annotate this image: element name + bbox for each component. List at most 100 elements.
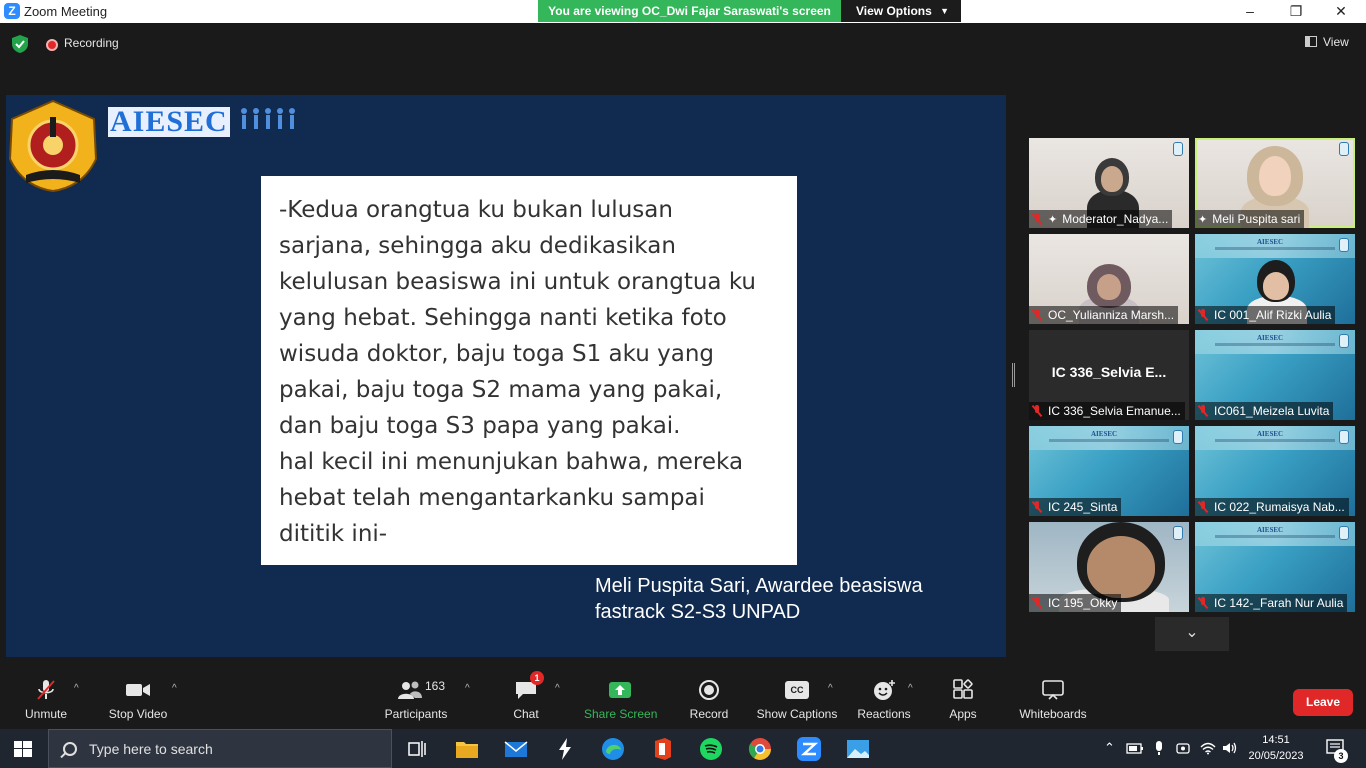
- quote-card: -Kedua orangtua ku bukan lulusan sarjana…: [261, 176, 797, 565]
- tile-name-bar: ✦ Meli Puspita sari: [1195, 210, 1305, 228]
- quote-line: sarjana, sehingga aku dedikasikan: [279, 233, 676, 259]
- participant-name: IC 195_Okky: [1048, 596, 1118, 610]
- show-captions-button[interactable]: CC Show Captions: [756, 679, 838, 721]
- video-tile[interactable]: AIESEC IC 245_Sinta: [1029, 426, 1189, 516]
- mic-muted-icon: [1032, 597, 1042, 609]
- file-explorer-icon[interactable]: [454, 736, 480, 762]
- smiley-plus-icon: [874, 680, 895, 700]
- chat-button[interactable]: 1 Chat: [506, 671, 546, 721]
- show-captions-label: Show Captions: [756, 707, 838, 721]
- mic-muted-icon: [1198, 405, 1208, 417]
- recording-dot-icon: [46, 39, 58, 51]
- participant-name: IC 142-_Farah Nur Aulia: [1214, 596, 1344, 610]
- gallery-next-page-button[interactable]: ⌄: [1155, 617, 1229, 651]
- clock-time: 14:51: [1262, 734, 1290, 746]
- record-icon: [699, 680, 719, 700]
- office-icon[interactable]: [649, 736, 675, 762]
- share-screen-button[interactable]: Share Screen: [584, 679, 658, 721]
- tile-name-bar: IC061_Meizela Luvita: [1195, 402, 1334, 420]
- unmute-button[interactable]: Unmute: [18, 679, 74, 721]
- video-tile[interactable]: AIESEC IC 142-_Farah Nur Aulia: [1195, 522, 1355, 612]
- pin-icon: ✦: [1048, 214, 1058, 226]
- microphone-tray-icon[interactable]: [1153, 740, 1165, 756]
- meeting-area: Recording View AIESEC -Kedua orangtua ku…: [0, 23, 1366, 729]
- quote-line: wisuda doktor, baju toga S1 aku yang: [279, 341, 715, 367]
- participant-name: IC 336_Selvia Emanue...: [1048, 404, 1181, 418]
- security-shield-icon[interactable]: [12, 35, 28, 53]
- tile-name-bar: IC 001_Alif Rizki Aulia: [1195, 306, 1336, 324]
- participant-name: Meli Puspita sari: [1212, 212, 1301, 226]
- video-tile[interactable]: AIESEC IC 001_Alif Rizki Aulia: [1195, 234, 1355, 324]
- record-button[interactable]: Record: [688, 679, 730, 721]
- captions-options-caret[interactable]: ^: [828, 683, 833, 694]
- whiteboards-label: Whiteboards: [1019, 707, 1087, 721]
- video-tile[interactable]: OC_Yulianniza Marsh...: [1029, 234, 1189, 324]
- battery-icon[interactable]: [1126, 741, 1144, 755]
- people-silhouette-icon: [241, 108, 295, 129]
- audio-options-caret[interactable]: ^: [74, 683, 79, 694]
- unmute-label: Unmute: [24, 707, 68, 721]
- quote-line: pakai, baju toga S2 mama yang pakai,: [279, 377, 723, 403]
- view-options-button[interactable]: View Options ▼: [841, 0, 961, 22]
- bolt-app-icon[interactable]: [552, 736, 578, 762]
- aiesec-mini-logo: AIESEC: [1257, 334, 1284, 342]
- video-tile[interactable]: ✦ Meli Puspita sari: [1195, 138, 1355, 228]
- task-view-icon[interactable]: [404, 736, 430, 762]
- chat-options-caret[interactable]: ^: [555, 683, 560, 694]
- slide-subtitle-decor: [1215, 439, 1335, 442]
- minimize-button[interactable]: –: [1227, 0, 1273, 23]
- tile-name-bar: IC 336_Selvia Emanue...: [1029, 402, 1185, 420]
- reactions-button[interactable]: Reactions: [856, 679, 912, 721]
- video-tile[interactable]: ✦ Moderator_Nadya...: [1029, 138, 1189, 228]
- apps-button[interactable]: Apps: [945, 679, 981, 721]
- panel-resize-handle[interactable]: [1012, 363, 1015, 387]
- participant-name: IC061_Meizela Luvita: [1214, 404, 1330, 418]
- windows-taskbar: Type here to search ⌃ 14:51 20/05/2023 3: [0, 729, 1366, 768]
- aiesec-mini-logo: AIESEC: [1257, 430, 1284, 438]
- badge-icon: [1339, 334, 1349, 348]
- mail-icon[interactable]: [503, 736, 529, 762]
- reactions-options-caret[interactable]: ^: [908, 683, 913, 694]
- volume-icon[interactable]: [1222, 741, 1238, 755]
- slide-subtitle-decor: [1215, 535, 1335, 538]
- video-tile[interactable]: IC 336_Selvia E... IC 336_Selvia Emanue.…: [1029, 330, 1189, 420]
- whiteboards-button[interactable]: Whiteboards: [1017, 679, 1089, 721]
- edge-browser-icon[interactable]: [600, 736, 626, 762]
- view-button[interactable]: View: [1305, 35, 1349, 49]
- zoom-app-icon[interactable]: [796, 736, 822, 762]
- video-options-caret[interactable]: ^: [172, 683, 177, 694]
- stop-video-button[interactable]: Stop Video: [106, 679, 170, 721]
- maximize-button[interactable]: ❐: [1273, 0, 1319, 23]
- taskbar-clock[interactable]: 14:51 20/05/2023: [1246, 732, 1306, 764]
- share-screen-label: Share Screen: [584, 707, 658, 721]
- chrome-icon[interactable]: [747, 736, 773, 762]
- mic-muted-icon: [1032, 213, 1042, 225]
- badge-icon: [1339, 238, 1349, 252]
- video-tile[interactable]: AIESEC IC 022_Rumaisya Nab...: [1195, 426, 1355, 516]
- stop-video-label: Stop Video: [108, 707, 168, 721]
- participant-name: IC 022_Rumaisya Nab...: [1214, 500, 1345, 514]
- spotify-icon[interactable]: [698, 736, 724, 762]
- participants-button[interactable]: 163 Participants: [383, 679, 449, 721]
- leave-button[interactable]: Leave: [1293, 689, 1353, 716]
- participant-name: IC 245_Sinta: [1048, 500, 1118, 514]
- close-button[interactable]: ✕: [1318, 0, 1364, 23]
- windows-start-icon[interactable]: [14, 741, 32, 757]
- wifi-icon[interactable]: [1200, 741, 1216, 755]
- tile-name-bar: IC 245_Sinta: [1029, 498, 1122, 516]
- whiteboard-icon: [1042, 680, 1064, 700]
- camera-tray-icon[interactable]: [1176, 741, 1190, 755]
- badge-icon: [1173, 142, 1183, 156]
- video-tile[interactable]: IC 195_Okky: [1029, 522, 1189, 612]
- mic-muted-icon: [1032, 405, 1042, 417]
- zoom-meeting-window: Z Zoom Meeting You are viewing OC_Dwi Fa…: [0, 0, 1366, 768]
- photos-icon[interactable]: [845, 736, 871, 762]
- taskbar-search-box[interactable]: Type here to search: [48, 729, 392, 768]
- video-tile[interactable]: AIESEC IC061_Meizela Luvita: [1195, 330, 1355, 420]
- tray-expand-icon[interactable]: ⌃: [1104, 740, 1115, 756]
- recording-label[interactable]: Recording: [64, 36, 119, 50]
- participants-options-caret[interactable]: ^: [465, 683, 470, 694]
- tile-name-bar: ✦ Moderator_Nadya...: [1029, 210, 1173, 228]
- quote-line: dan baju toga S3 papa yang pakai.: [279, 413, 681, 439]
- window-title: Zoom Meeting: [24, 4, 108, 19]
